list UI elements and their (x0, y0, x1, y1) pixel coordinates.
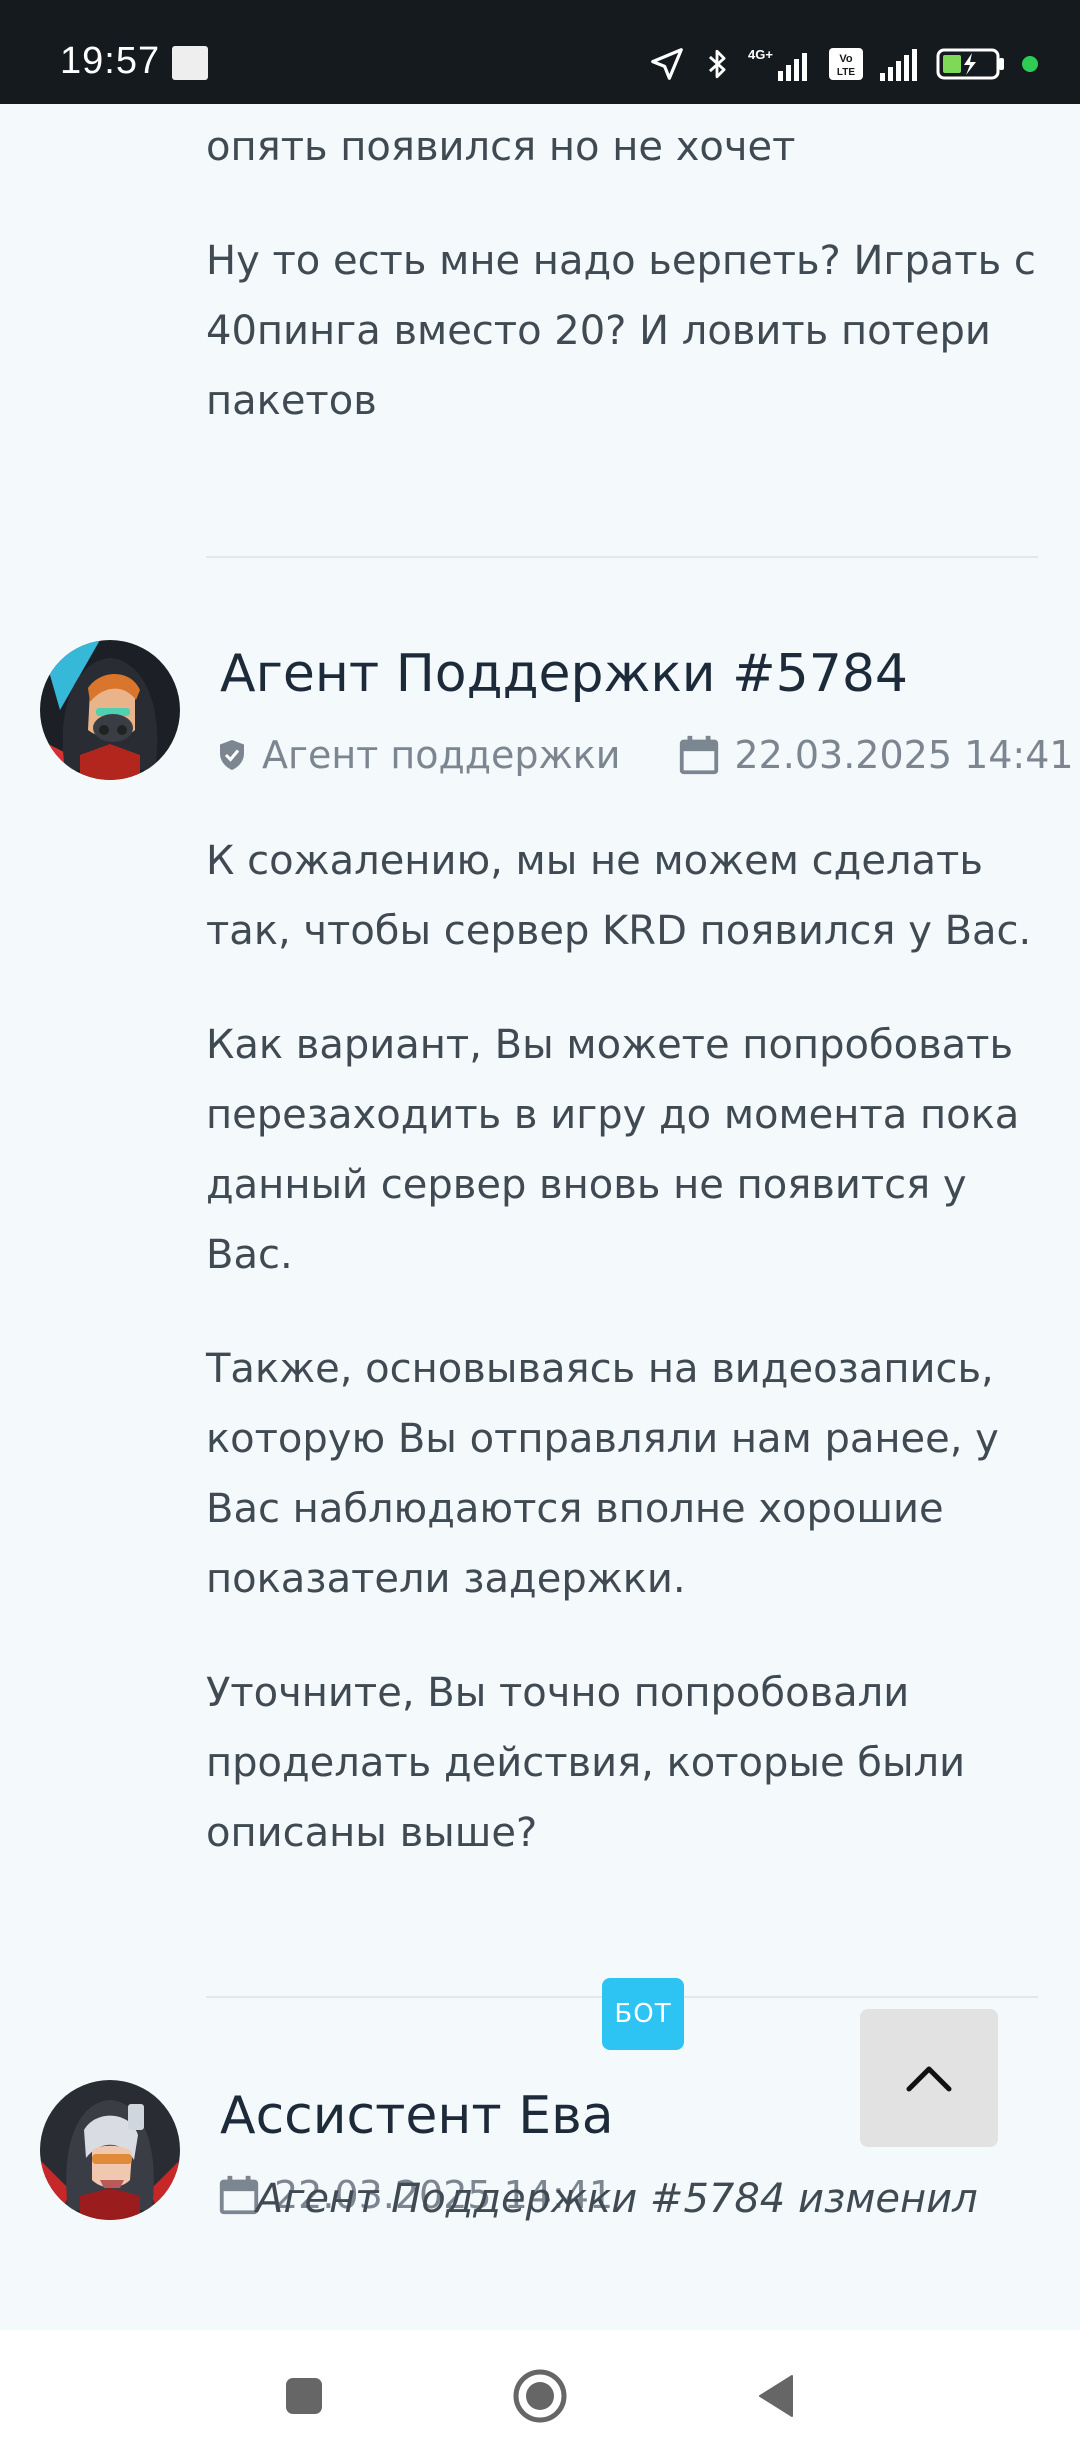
volte-icon: Vo LTE (829, 48, 863, 80)
back-icon (759, 2375, 793, 2417)
message-paragraph: Также, основываясь на видеозапись, котор… (206, 1346, 999, 1602)
thread-content[interactable]: опять появился но не хочет Ну то есть мн… (0, 104, 1080, 2330)
divider (206, 556, 1038, 558)
recent-apps-button[interactable] (274, 2366, 334, 2426)
system-nav-bar (0, 2330, 1080, 2460)
recent-apps-icon (286, 2378, 322, 2414)
status-time: 19:57 (60, 40, 161, 82)
message-paragraph: Как вариант, Вы можете попробовать перез… (206, 1022, 1020, 1278)
author-meta: Агент поддержки 22.03.2025 14:41 (214, 732, 1074, 778)
message-paragraph: К сожалению, мы не можем сделать так, чт… (206, 838, 1032, 954)
author-role: Агент поддержки (262, 733, 621, 777)
green-dot-icon (1022, 56, 1038, 72)
scroll-to-top-button[interactable] (860, 2009, 998, 2147)
avatar[interactable] (40, 640, 180, 780)
notification-square-icon (172, 46, 208, 80)
avatar[interactable] (40, 2080, 180, 2220)
author-name[interactable]: Ассистент Ева (220, 2086, 614, 2146)
signal-4g-icon: 4G+ (748, 47, 807, 81)
message-date: 22.03.2025 14:41 (734, 733, 1074, 777)
signal-icon (880, 49, 917, 81)
home-icon (513, 2369, 567, 2423)
back-button[interactable] (746, 2366, 806, 2426)
bluetooth-icon (708, 49, 726, 79)
message-body: К сожалению, мы не можем сделать так, чт… (206, 826, 1036, 1868)
system-note: Агент Поддержки #5784 изменил (256, 2176, 978, 2222)
svg-text:LTE: LTE (837, 67, 855, 78)
location-arrow-icon (651, 48, 683, 80)
message-body: опять появился но не хочет Ну то есть мн… (206, 112, 1036, 436)
message-paragraph: Ну то есть мне надо ьерпеть? Играть с 40… (206, 238, 1036, 424)
message-paragraph: опять появился но не хочет (206, 124, 796, 170)
author-name[interactable]: Агент Поддержки #5784 (220, 644, 908, 704)
calendar-icon (680, 735, 719, 775)
message-paragraph: Уточните, Вы точно попробовали проделать… (206, 1670, 966, 1856)
shield-icon (220, 740, 244, 770)
battery-charging-icon (936, 48, 1004, 80)
home-button[interactable] (510, 2366, 570, 2426)
status-bar: 19:57 4G+ Vo LTE (0, 0, 1080, 104)
svg-text:Vo: Vo (839, 53, 853, 65)
svg-text:4G+: 4G+ (748, 47, 773, 62)
status-icons: 4G+ Vo LTE (648, 42, 1040, 86)
chevron-up-icon (906, 2066, 952, 2092)
bot-badge: БОТ (602, 1978, 684, 2050)
